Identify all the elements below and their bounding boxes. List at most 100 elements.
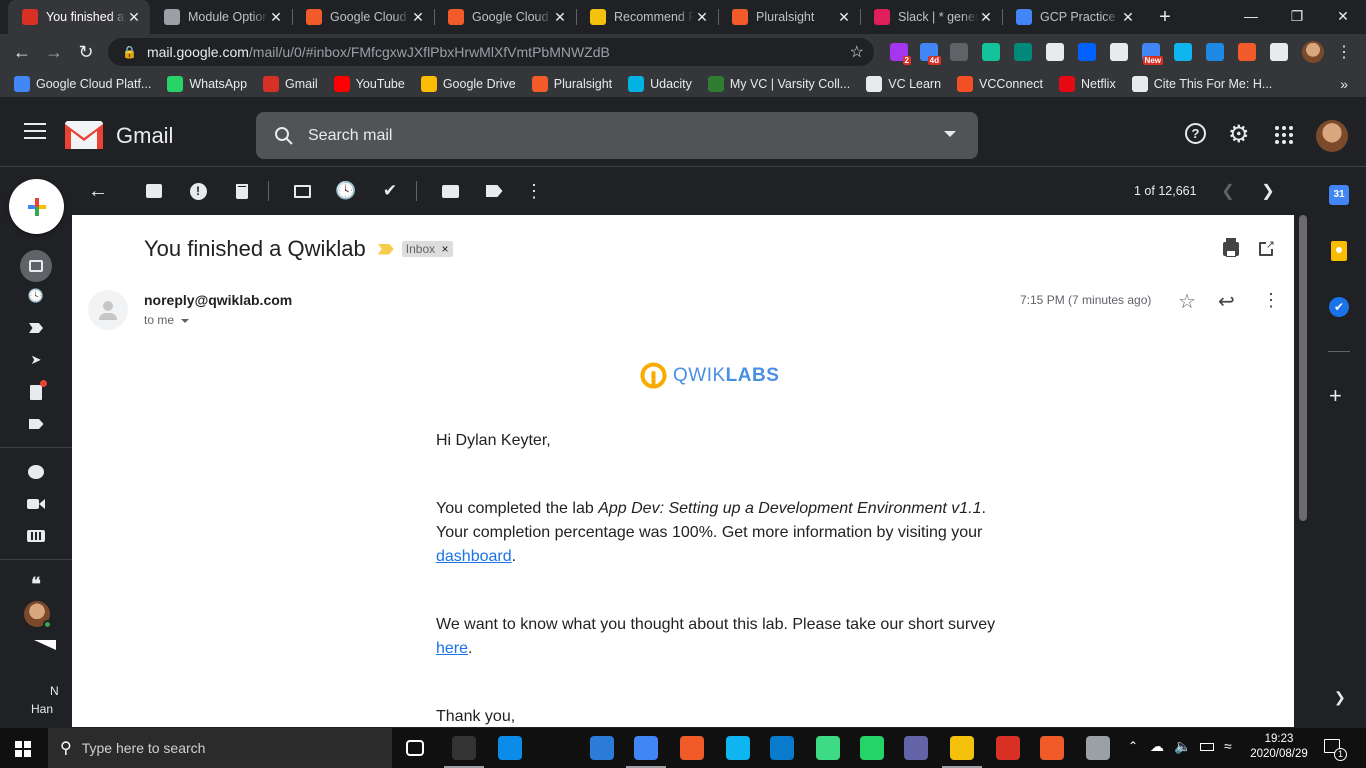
bookmarks-overflow-icon[interactable]: » [1340, 76, 1348, 92]
apps-grid-icon[interactable] [1275, 126, 1293, 144]
keep-icon[interactable] [1331, 241, 1347, 261]
bookmark-item[interactable]: Google Cloud Platf... [14, 75, 151, 92]
taskbar-search-box[interactable]: ⚲ Type here to search [48, 728, 392, 768]
snipping-tool-icon[interactable] [1086, 736, 1110, 760]
help-icon[interactable]: ? [1185, 123, 1206, 144]
video-meet-icon[interactable] [24, 492, 48, 516]
close-window-icon[interactable]: ✕ [1320, 0, 1366, 32]
settings-icon[interactable] [544, 736, 568, 760]
more-actions-icon[interactable]: ⋮ [522, 179, 546, 203]
message-scrollbar[interactable] [1296, 215, 1310, 727]
puzzle-extensions-icon[interactable] [1270, 43, 1288, 61]
remove-label-icon[interactable]: × [441, 242, 448, 256]
whatsapp-icon[interactable] [860, 736, 884, 760]
new-tab-button[interactable]: + [1150, 0, 1180, 34]
important-icon[interactable] [24, 316, 48, 340]
mark-unread-icon[interactable] [290, 179, 314, 203]
browser-tab[interactable]: Slack | * general✕ [860, 0, 1002, 34]
close-tab-icon[interactable]: ✕ [836, 9, 852, 26]
battery-icon[interactable] [1200, 743, 1214, 751]
open-new-window-icon[interactable]: ↗ [1259, 239, 1275, 256]
print-icon[interactable] [1223, 238, 1239, 257]
bookmark-item[interactable]: VCConnect [957, 75, 1043, 92]
browser-tab[interactable]: You finished a Qwiklab✕ [8, 0, 150, 34]
teams-icon[interactable] [904, 736, 928, 760]
tasks-icon[interactable]: ✔ [1329, 297, 1349, 317]
task-view-icon[interactable] [406, 740, 424, 756]
gmail-brand[interactable]: Gmail [116, 123, 173, 149]
close-tab-icon[interactable]: ✕ [410, 9, 426, 26]
bookmark-item[interactable]: Pluralsight [531, 75, 612, 92]
taskbar-search-input[interactable]: Type here to search [82, 740, 206, 756]
close-tab-icon[interactable]: ✕ [1120, 9, 1136, 26]
close-tab-icon[interactable]: ✕ [126, 9, 142, 26]
bookmark-item[interactable]: My VC | Varsity Coll... [707, 75, 850, 92]
snoozed-clock-icon[interactable]: 🕓 [24, 284, 48, 308]
hangouts-icon[interactable]: ❝ [24, 572, 48, 596]
forty-day-extension-icon[interactable]: 4d [920, 43, 941, 65]
box-extension-icon[interactable] [1110, 43, 1128, 61]
bookmark-item[interactable]: WhatsApp [167, 75, 247, 92]
terminal-icon[interactable] [452, 736, 476, 760]
bookmark-item[interactable]: Netflix [1058, 75, 1116, 92]
browser-tab[interactable]: GCP Practice P ✕ [1002, 0, 1144, 34]
feather-extension-icon[interactable] [1206, 43, 1224, 61]
grammarly-extension-icon[interactable] [982, 43, 1000, 61]
back-to-inbox-icon[interactable]: ← [86, 179, 110, 203]
search-options-icon[interactable] [944, 131, 956, 137]
chat-icon[interactable] [24, 460, 48, 484]
news-extension-icon[interactable]: New [1142, 43, 1163, 65]
profile-avatar[interactable] [1302, 41, 1324, 63]
scrollbar-thumb[interactable] [1299, 215, 1307, 521]
archive-icon[interactable] [142, 179, 166, 203]
sent-icon[interactable]: ➤ [24, 348, 48, 372]
windows-start-icon[interactable] [15, 741, 31, 757]
report-spam-icon[interactable]: ! [186, 179, 210, 203]
address-bar[interactable]: 🔒 mail.google.com/mail/u/0/#inbox/FMfcgx… [108, 38, 874, 66]
browser-tab[interactable]: Pluralsight ✕ [718, 0, 860, 34]
minimize-icon[interactable]: — [1228, 0, 1274, 32]
bookmark-item[interactable]: Cite This For Me: H... [1131, 75, 1272, 92]
pluralsight-app-icon-2[interactable] [1040, 736, 1064, 760]
close-tab-icon[interactable]: ✕ [694, 9, 710, 26]
show-hidden-icons[interactable]: ⌃ [1128, 739, 1138, 753]
laptop-app-icon[interactable] [590, 736, 614, 760]
browser-tab[interactable]: Google Cloud ✕ [434, 0, 576, 34]
reply-icon[interactable]: ↩ [1218, 289, 1235, 314]
bookmark-item[interactable]: Udacity [628, 75, 692, 92]
pdf-app-icon[interactable] [996, 736, 1020, 760]
close-tab-icon[interactable]: ✕ [552, 9, 568, 26]
importance-marker-icon[interactable] [377, 243, 394, 255]
search-input[interactable]: Search mail [308, 127, 392, 145]
forward-icon[interactable]: → [42, 40, 66, 64]
recipient-summary[interactable]: to me [144, 313, 190, 327]
pluralsight-app-icon[interactable] [680, 736, 704, 760]
keyboard-icon[interactable] [24, 524, 48, 548]
share-extension-icon[interactable] [1174, 43, 1192, 61]
file-explorer-icon[interactable] [950, 736, 974, 760]
older-chevron-icon[interactable]: ❯ [1256, 179, 1280, 203]
calendar-icon[interactable]: 31 [1329, 185, 1349, 205]
inbox-icon[interactable] [20, 250, 52, 282]
get-addons-plus-icon[interactable]: + [1329, 383, 1342, 409]
move-to-icon[interactable] [438, 179, 462, 203]
pluralsight-extension-icon[interactable] [1238, 43, 1256, 61]
vscode-icon[interactable] [770, 736, 794, 760]
stylish-extension-icon[interactable] [1014, 43, 1032, 61]
android-app-icon[interactable] [816, 736, 840, 760]
back-icon[interactable]: ← [10, 40, 34, 64]
bookmark-item[interactable]: YouTube [333, 75, 405, 92]
details-dropdown-icon[interactable] [181, 318, 190, 323]
account-avatar[interactable] [1316, 120, 1348, 152]
snooze-icon[interactable]: 🕓 [334, 179, 358, 203]
share-app-icon[interactable] [726, 736, 750, 760]
drafts-icon[interactable] [24, 379, 48, 404]
edge-icon[interactable] [498, 736, 522, 760]
labels-icon[interactable] [482, 179, 506, 203]
bookmark-item[interactable]: VC Learn [866, 75, 941, 92]
network-warning-icon[interactable]: ☁ [1150, 738, 1164, 755]
clock[interactable]: 19:23 2020/08/29 [1248, 732, 1310, 762]
hangouts-avatar[interactable] [24, 601, 52, 629]
main-menu-icon[interactable] [24, 123, 46, 141]
bookmark-item[interactable]: Google Drive [420, 75, 516, 92]
